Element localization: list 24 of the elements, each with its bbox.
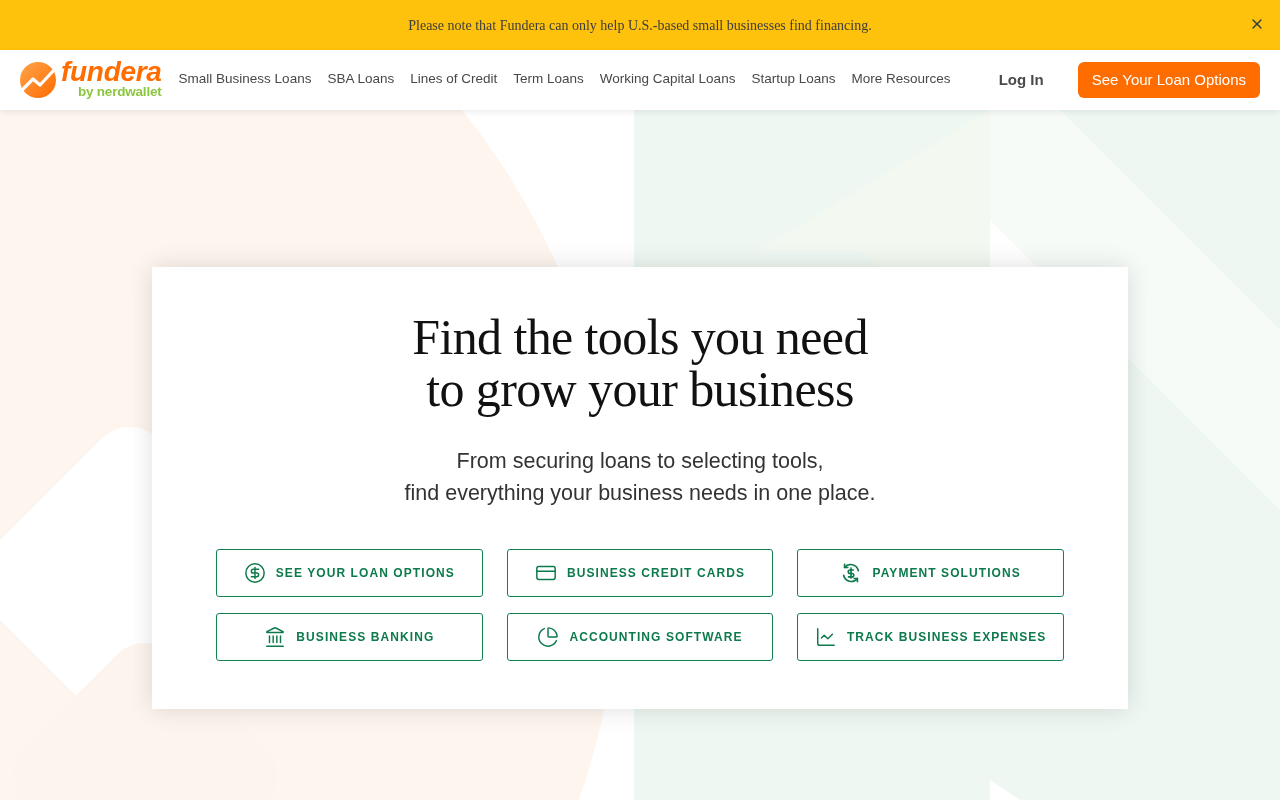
action-button[interactable]: ACCOUNTING SOFTWARE [506, 613, 774, 661]
action-button[interactable]: PAYMENT SOLUTIONS [797, 549, 1064, 597]
logo-wordmark: fundera [61, 60, 162, 84]
action-button[interactable]: SEE YOUR LOAN OPTIONS [216, 549, 483, 597]
action-button[interactable]: BUSINESS CREDIT CARDS [506, 549, 774, 597]
hero-subtitle: From securing loans to selecting tools, find everything your business needs in one place. [404, 448, 876, 507]
nav-link[interactable]: SBA Loans [327, 68, 395, 90]
logo-tagline: by nerdwallet [77, 84, 162, 100]
login-link[interactable]: Log In [998, 68, 1044, 92]
action-button[interactable]: BUSINESS BANKING [216, 613, 483, 661]
nav-link[interactable]: Term Loans [513, 68, 584, 90]
nav-link[interactable]: More Resources [851, 68, 951, 90]
hero-title: Find the tools you need to grow your business [412, 311, 868, 415]
bank-icon [264, 626, 287, 648]
notice-text: Please note that Fundera can only help U.S.-based small businesses find financing. [408, 16, 872, 35]
nav-link[interactable]: Working Capital Loans [599, 68, 736, 90]
dollar-circle-icon [243, 562, 266, 584]
pie-chart-icon [537, 626, 560, 648]
nav-link[interactable]: Lines of Credit [410, 68, 498, 90]
nav-link[interactable]: Small Business Loans [178, 68, 312, 90]
nav-link[interactable]: Startup Loans [751, 68, 836, 90]
action-button[interactable]: TRACK BUSINESS EXPENSES [797, 613, 1064, 661]
line-chart-icon [814, 626, 837, 648]
logo-icon [20, 62, 56, 98]
